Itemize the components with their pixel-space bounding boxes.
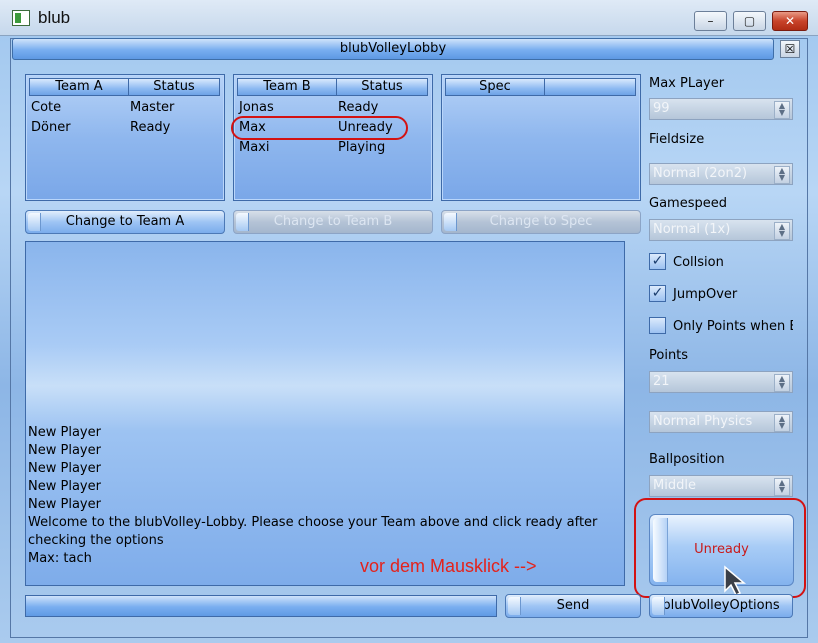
change-to-spec-button: Change to Spec	[441, 210, 641, 234]
button-cap	[444, 213, 457, 231]
chat-line: New Player	[28, 425, 101, 440]
chat-input[interactable]	[25, 595, 497, 617]
chat-line: New Player	[28, 497, 101, 512]
max-player-value: 99	[653, 101, 670, 116]
button-cap	[508, 597, 521, 615]
lobby-close-button[interactable]: ☒	[780, 40, 800, 58]
options-label: blubVolleyOptions	[662, 598, 780, 613]
physics-value: Normal Physics	[653, 414, 753, 429]
chat-line: New Player	[28, 479, 101, 494]
button-cap	[652, 597, 665, 615]
team-a-player-status: Ready	[130, 120, 171, 135]
team-b-player-status: Ready	[338, 100, 379, 115]
fieldsize-label: Fieldsize	[649, 132, 705, 147]
chat-line: New Player	[28, 443, 101, 458]
gamespeed-select[interactable]: Normal (1x) ▲ ▼	[649, 219, 793, 241]
send-button[interactable]: Send	[505, 594, 641, 618]
team-b-player-name[interactable]: Maxi	[239, 140, 270, 155]
team-b-player-status: Playing	[338, 140, 386, 155]
chat-line: New Player	[28, 461, 101, 476]
spin-arrows-icon: ▲ ▼	[774, 414, 790, 432]
points-select[interactable]: 21 ▲ ▼	[649, 371, 793, 393]
button-cap	[28, 213, 41, 231]
change-to-team-a-label: Change to Team A	[65, 214, 185, 229]
check-icon: ✓	[651, 285, 664, 301]
max-player-select[interactable]: 99 ▲ ▼	[649, 98, 793, 120]
team-a-list[interactable]: Team A Status Cote Master Döner Ready	[25, 74, 225, 201]
minimize-button[interactable]: –	[694, 11, 727, 31]
app-icon	[12, 10, 30, 26]
ballposition-value: Middle	[653, 478, 696, 493]
jumpover-label: JumpOver	[673, 287, 738, 302]
spin-arrows-icon: ▲ ▼	[774, 478, 790, 496]
options-button[interactable]: blubVolleyOptions	[649, 594, 793, 618]
collision-label: Collsion	[673, 255, 724, 270]
change-to-spec-label: Change to Spec	[489, 214, 593, 229]
team-b-status-header[interactable]: Status	[336, 78, 428, 96]
button-cap	[653, 518, 668, 582]
button-cap	[236, 213, 249, 231]
ready-toggle-label: Unready	[694, 542, 749, 557]
team-a-player-name[interactable]: Cote	[31, 100, 61, 115]
jumpover-checkbox[interactable]: ✓	[649, 285, 666, 302]
physics-select[interactable]: Normal Physics ▲ ▼	[649, 411, 793, 433]
fieldsize-select[interactable]: Normal (2on2) ▲ ▼	[649, 163, 793, 185]
maximize-button[interactable]: ▢	[733, 11, 766, 31]
annotation-text: vor dem Mausklick -->	[360, 556, 537, 576]
chat-line: Welcome to the blubVolley-Lobby. Please …	[28, 515, 598, 530]
gamespeed-label: Gamespeed	[649, 196, 727, 211]
chat-line: checking the options	[28, 533, 164, 548]
highlight-oval-max	[231, 116, 408, 140]
change-to-team-b-label: Change to Team B	[273, 214, 393, 229]
close-window-button[interactable]: ✕	[772, 11, 808, 31]
spec-list[interactable]: Spec	[441, 74, 641, 201]
spec-header[interactable]: Spec	[445, 78, 545, 96]
chat-log[interactable]: New Player New Player New Player New Pla…	[25, 241, 625, 586]
check-icon: ✓	[651, 253, 664, 269]
team-a-header[interactable]: Team A	[29, 78, 129, 96]
fieldsize-value: Normal (2on2)	[653, 166, 748, 181]
collision-checkbox[interactable]: ✓	[649, 253, 666, 270]
ballposition-label: Ballposition	[649, 452, 725, 467]
change-to-team-a-button[interactable]: Change to Team A	[25, 210, 225, 234]
team-a-status-header[interactable]: Status	[128, 78, 220, 96]
only-points-label: Only Points when Bo	[673, 319, 793, 334]
max-player-label: Max PLayer	[649, 76, 725, 91]
spin-arrows-icon: ▲ ▼	[774, 222, 790, 240]
spin-arrows-icon: ▲ ▼	[774, 101, 790, 119]
lobby-title[interactable]: blubVolleyLobby	[12, 38, 774, 60]
points-label: Points	[649, 348, 689, 363]
only-points-checkbox[interactable]	[649, 317, 666, 334]
team-a-player-name[interactable]: Döner	[31, 120, 71, 135]
spin-arrows-icon: ▲ ▼	[774, 166, 790, 184]
mouse-cursor-icon	[724, 565, 747, 597]
spin-arrows-icon: ▲ ▼	[774, 374, 790, 392]
change-to-team-b-button: Change to Team B	[233, 210, 433, 234]
team-b-header[interactable]: Team B	[237, 78, 337, 96]
spec-extra-header[interactable]	[544, 78, 636, 96]
team-b-player-name[interactable]: Jonas	[239, 100, 274, 115]
points-value: 21	[653, 374, 670, 389]
team-a-player-status: Master	[130, 100, 175, 115]
gamespeed-value: Normal (1x)	[653, 222, 731, 237]
chat-line: Max: tach	[28, 551, 92, 566]
window-title: blub	[38, 8, 71, 27]
send-label: Send	[556, 598, 590, 613]
ballposition-select[interactable]: Middle ▲ ▼	[649, 475, 793, 497]
